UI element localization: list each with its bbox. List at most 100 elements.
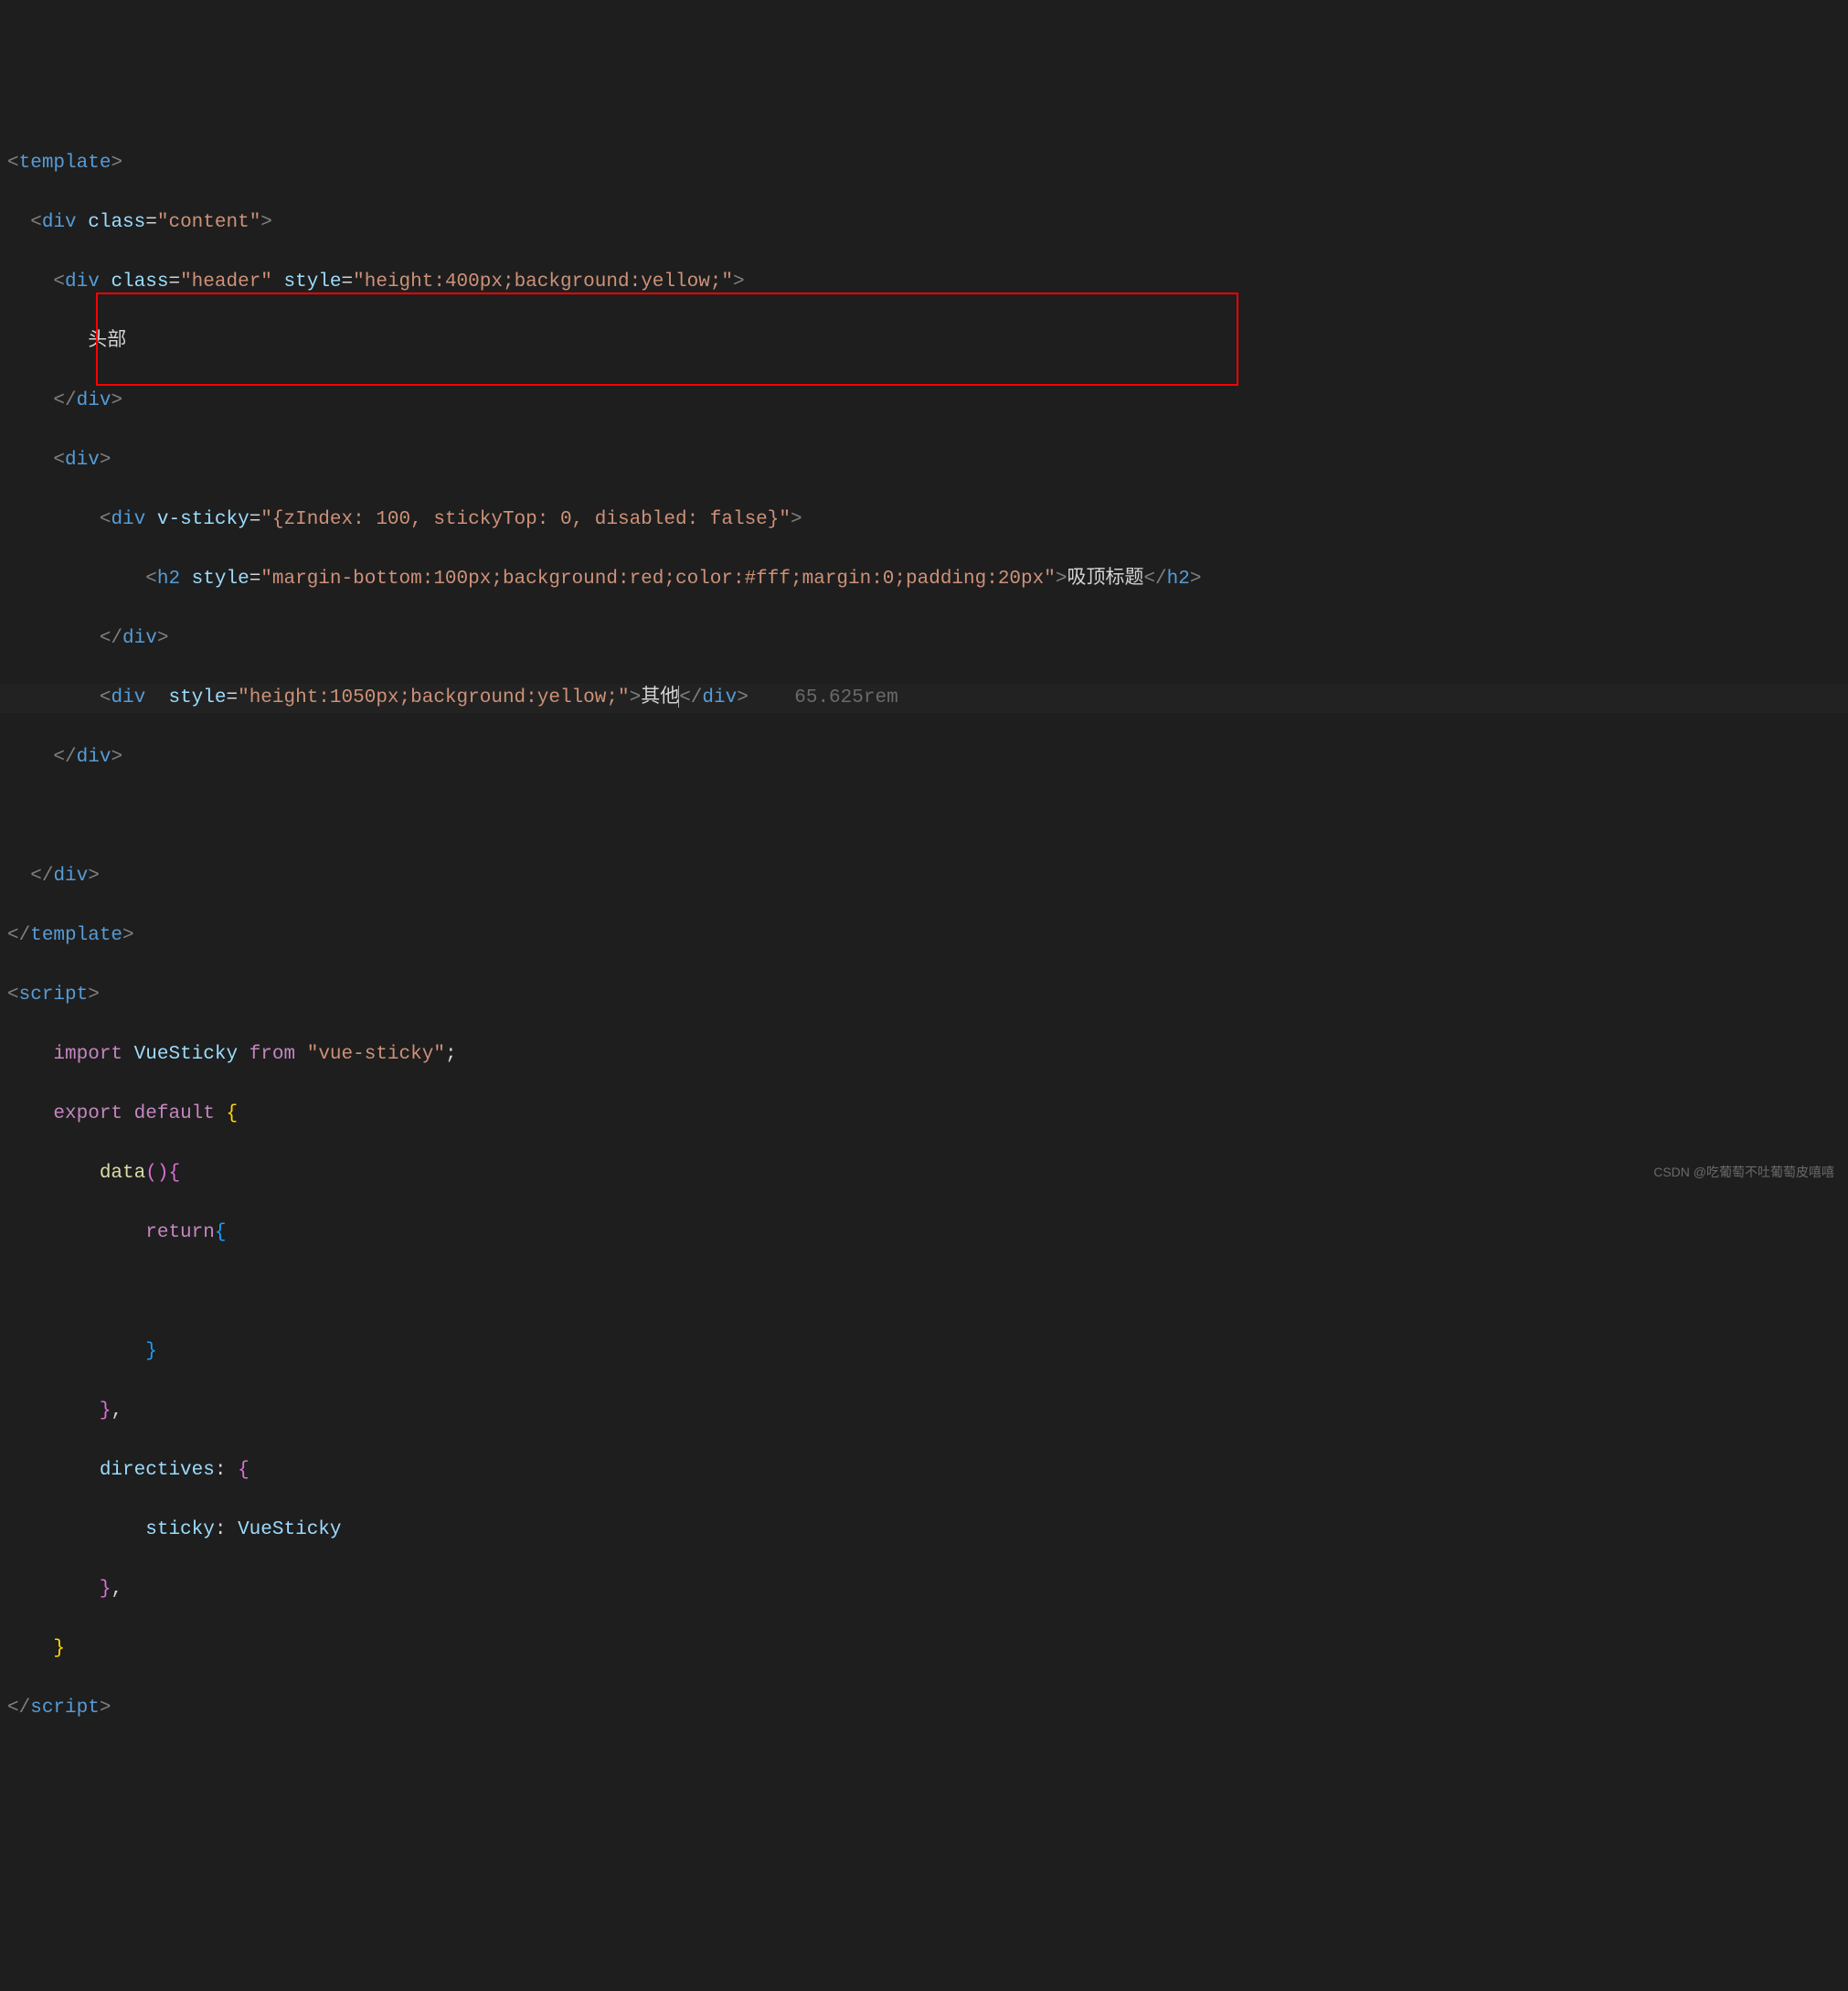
bracket: > bbox=[791, 509, 802, 530]
code-line[interactable]: export default { bbox=[0, 1100, 1848, 1130]
code-line[interactable]: </div> bbox=[0, 624, 1848, 655]
bracket: > bbox=[88, 985, 100, 1006]
tag-name: div bbox=[77, 390, 112, 411]
bracket: > bbox=[88, 866, 100, 887]
equals: = bbox=[168, 272, 180, 293]
keyword: return bbox=[145, 1222, 215, 1243]
tag-name: script bbox=[30, 1698, 100, 1719]
code-line[interactable] bbox=[0, 1278, 1848, 1308]
punct: : bbox=[215, 1460, 227, 1481]
code-line[interactable]: sticky: VueSticky bbox=[0, 1516, 1848, 1546]
tag-name: div bbox=[65, 450, 100, 471]
tag-name: div bbox=[77, 747, 112, 768]
code-line[interactable]: <div> bbox=[0, 446, 1848, 476]
variable: VueSticky bbox=[134, 1044, 238, 1065]
attr-value: "margin-bottom:100px;background:red;colo… bbox=[260, 569, 1056, 590]
bracket: > bbox=[111, 153, 122, 174]
code-line[interactable]: </div> bbox=[0, 743, 1848, 773]
bracket: > bbox=[630, 687, 642, 708]
bracket: < bbox=[30, 212, 42, 233]
attr-value: "height:400px;background:yellow;" bbox=[353, 272, 733, 293]
bracket: </ bbox=[53, 747, 76, 768]
punct: , bbox=[111, 1400, 122, 1421]
punct: ; bbox=[445, 1044, 457, 1065]
tag-name: h2 bbox=[157, 569, 180, 590]
equals: = bbox=[342, 272, 354, 293]
bracket: </ bbox=[53, 390, 76, 411]
bracket: < bbox=[53, 450, 65, 471]
bracket: > bbox=[1056, 569, 1067, 590]
punct: : bbox=[215, 1519, 227, 1540]
bracket: > bbox=[100, 1698, 112, 1719]
code-line[interactable]: import VueSticky from "vue-sticky"; bbox=[0, 1040, 1848, 1070]
equals: = bbox=[250, 509, 261, 530]
equals: = bbox=[145, 212, 157, 233]
attr: style bbox=[168, 687, 226, 708]
attr-value: "header" bbox=[180, 272, 272, 293]
code-line[interactable]: } bbox=[0, 1634, 1848, 1665]
bracket: < bbox=[145, 569, 157, 590]
attr-value: "height:1050px;background:yellow;" bbox=[238, 687, 629, 708]
tag-name: div bbox=[53, 866, 88, 887]
keyword: default bbox=[134, 1103, 215, 1124]
bracket: > bbox=[260, 212, 272, 233]
bracket: > bbox=[733, 272, 745, 293]
brace: } bbox=[145, 1341, 157, 1362]
code-line[interactable]: <div v-sticky="{zIndex: 100, stickyTop: … bbox=[0, 506, 1848, 536]
code-line[interactable]: </template> bbox=[0, 921, 1848, 952]
code-line[interactable]: } bbox=[0, 1337, 1848, 1368]
bracket: </ bbox=[100, 628, 122, 649]
bracket: > bbox=[157, 628, 169, 649]
code-line[interactable]: }, bbox=[0, 1575, 1848, 1605]
code-line[interactable]: }, bbox=[0, 1397, 1848, 1427]
code-line[interactable]: data(){ bbox=[0, 1159, 1848, 1189]
keyword: export bbox=[53, 1103, 122, 1124]
code-line[interactable]: </script> bbox=[0, 1694, 1848, 1724]
code-line[interactable]: <h2 style="margin-bottom:100px;backgroun… bbox=[0, 565, 1848, 595]
inlay-hint: 65.625rem bbox=[794, 687, 897, 708]
text: 头部 bbox=[88, 331, 126, 352]
code-line[interactable]: <div class="content"> bbox=[0, 208, 1848, 239]
brace: { bbox=[226, 1103, 238, 1124]
tag-name: template bbox=[19, 153, 112, 174]
brace: } bbox=[100, 1579, 112, 1600]
keyword: import bbox=[53, 1044, 122, 1065]
code-line[interactable]: </div> bbox=[0, 862, 1848, 892]
attr: class bbox=[111, 272, 168, 293]
variable: VueSticky bbox=[238, 1519, 341, 1540]
tag-name: div bbox=[111, 687, 145, 708]
attr-value: "content" bbox=[157, 212, 260, 233]
tag-name: template bbox=[30, 925, 122, 946]
bracket: </ bbox=[30, 866, 53, 887]
bracket: < bbox=[7, 153, 19, 174]
bracket: </ bbox=[7, 1698, 30, 1719]
bracket: < bbox=[7, 985, 19, 1006]
bracket: </ bbox=[679, 687, 702, 708]
tag-name: div bbox=[111, 509, 145, 530]
code-line[interactable]: return{ bbox=[0, 1219, 1848, 1249]
code-line[interactable]: </div> bbox=[0, 387, 1848, 417]
tag-name: script bbox=[19, 985, 89, 1006]
code-line[interactable]: <script> bbox=[0, 981, 1848, 1011]
bracket: < bbox=[53, 272, 65, 293]
keyword: from bbox=[250, 1044, 295, 1065]
attr-value: "{zIndex: 100, stickyTop: 0, disabled: f… bbox=[260, 509, 791, 530]
attr: v-sticky bbox=[157, 509, 250, 530]
code-line[interactable]: <div class="header" style="height:400px;… bbox=[0, 268, 1848, 298]
function: data bbox=[100, 1163, 145, 1184]
text: 其他 bbox=[641, 687, 679, 708]
brace: } bbox=[100, 1400, 112, 1421]
bracket: < bbox=[100, 687, 112, 708]
code-line[interactable]: <template> bbox=[0, 149, 1848, 179]
code-line[interactable] bbox=[0, 803, 1848, 833]
code-editor[interactable]: <template> <div class="content"> <div cl… bbox=[0, 119, 1848, 1783]
bracket: > bbox=[122, 925, 134, 946]
code-line[interactable]: <div style="height:1050px;background:yel… bbox=[0, 684, 1848, 714]
attr: style bbox=[192, 569, 250, 590]
bracket: > bbox=[111, 747, 122, 768]
bracket: > bbox=[100, 450, 112, 471]
code-line[interactable]: 头部 bbox=[0, 327, 1848, 357]
bracket: </ bbox=[7, 925, 30, 946]
brace: } bbox=[53, 1638, 65, 1659]
code-line[interactable]: directives: { bbox=[0, 1456, 1848, 1486]
